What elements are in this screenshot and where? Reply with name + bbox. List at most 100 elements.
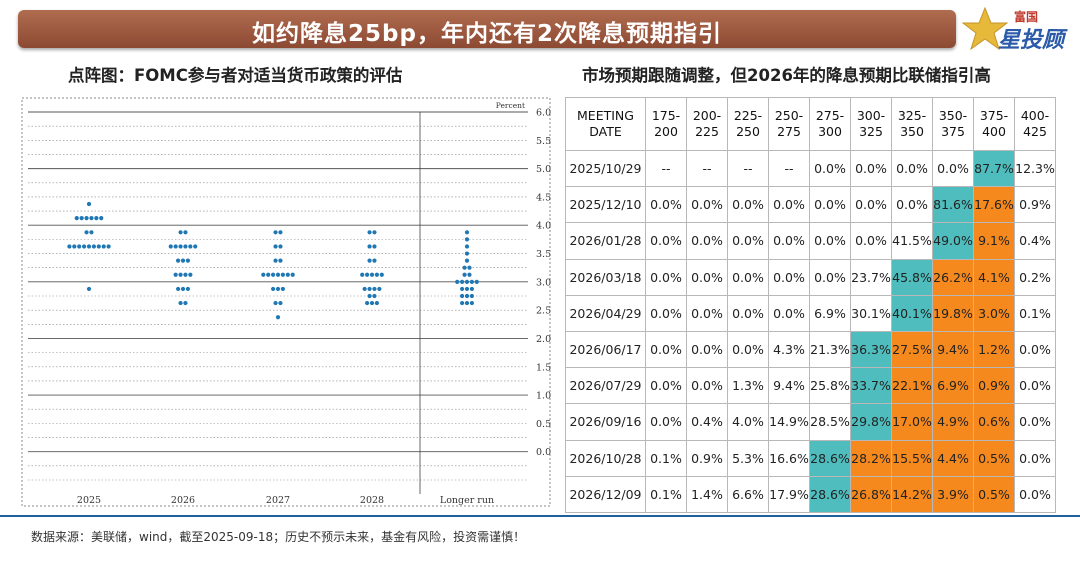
header-line: DATE <box>589 124 622 139</box>
y-tick-label: 5.5 <box>536 136 551 147</box>
probability-cell: 17.6% <box>973 186 1015 224</box>
probability-cell: 0.5% <box>973 475 1015 513</box>
probability-cell: 4.1% <box>973 258 1015 296</box>
participant-dot <box>74 216 79 221</box>
y-tick-label: 1.5 <box>536 362 551 373</box>
participant-dot <box>464 251 470 256</box>
probability-cell: 0.0% <box>686 294 728 332</box>
participant-dot <box>367 230 372 235</box>
y-tick-label: 2.5 <box>536 306 551 317</box>
footer-note: 数据来源：美联储，wind，截至2025-09-18；历史不预示未来，基金有风险… <box>31 530 526 544</box>
y-unit-label: Percent <box>496 101 525 110</box>
y-tick-label: 1.0 <box>536 391 551 402</box>
participant-dot <box>91 244 96 249</box>
participant-dot <box>72 244 77 249</box>
probability-cell: 0.0% <box>727 330 769 369</box>
participant-dot <box>285 272 290 277</box>
dot-plot-subtitle: 点阵图：FOMC参与者对适当货币政策的评估 <box>68 66 403 85</box>
probability-cell: 9.4% <box>932 330 974 369</box>
probability-cell: 1.4% <box>686 475 728 513</box>
header-line: 350- <box>938 108 968 123</box>
probability-cell: -- <box>727 149 769 188</box>
probability-cell: 0.0% <box>1014 403 1056 441</box>
table-row: 2025/12/10 0.0% 0.0% 0.0% 0.0% 0.0% 0.0% 0.0% 81… <box>565 186 1056 224</box>
probability-cell: 19.8% <box>932 294 974 332</box>
table-row: 2026/01/28 0.0% 0.0% 0.0% 0.0% 0.0% 0.0% 41.5% 4… <box>565 222 1056 260</box>
participant-dot <box>460 293 465 299</box>
participant-dot <box>469 286 474 292</box>
probability-cell: 3.0% <box>973 294 1015 332</box>
participant-dot <box>280 272 285 277</box>
probability-cell: 4.4% <box>932 439 974 477</box>
table-header-row: MEETING DATE 175- 200 200- 225 225- 250 250- 275 2… <box>565 97 1056 151</box>
header-line: MEETING <box>577 108 634 123</box>
probability-cell: 4.9% <box>932 403 974 441</box>
participant-dot <box>372 258 377 263</box>
participant-dot <box>178 300 183 306</box>
participant-dot <box>365 272 370 277</box>
probability-cell: -- <box>768 149 810 188</box>
table-row: 2026/04/29 0.0% 0.0% 0.0% 0.0% 6.9% 30.1% 40.1%… <box>565 294 1056 332</box>
participant-dot <box>362 286 367 292</box>
participant-dot <box>185 258 190 263</box>
probability-cell: 49.0% <box>932 222 974 260</box>
participant-dot <box>464 286 470 292</box>
participant-dot <box>101 244 106 249</box>
participant-dot <box>278 300 283 306</box>
header-line: 325- <box>897 108 927 123</box>
participant-dot <box>275 272 281 277</box>
participant-dot <box>278 258 283 263</box>
probability-cell: 0.0% <box>727 186 769 224</box>
probability-cell: 0.0% <box>727 222 769 260</box>
participant-dot <box>455 279 460 284</box>
participant-dot <box>360 272 365 277</box>
participant-dot <box>193 244 198 249</box>
probability-cell: 0.0% <box>645 222 687 260</box>
participant-dot <box>367 286 372 292</box>
header-line: 250- <box>774 108 804 123</box>
participant-dot <box>462 265 467 270</box>
participant-dot <box>469 300 474 306</box>
participant-dot <box>89 230 94 235</box>
probability-cell: 45.8% <box>891 258 933 296</box>
probability-cell: 0.0% <box>645 258 687 296</box>
y-tick-label: 4.0 <box>536 221 551 232</box>
participant-dot <box>79 216 84 221</box>
participant-dot <box>183 272 188 277</box>
x-category-label: 2027 <box>266 495 290 506</box>
participant-dot <box>280 286 285 292</box>
header-rate-range: 250- 275 <box>768 97 810 151</box>
probability-cell: 0.0% <box>809 222 851 260</box>
header-line: 375- <box>979 108 1009 123</box>
probability-cell: 81.6% <box>932 186 974 224</box>
participant-dot <box>183 230 188 235</box>
probability-cell: 0.6% <box>973 403 1015 441</box>
participant-dot <box>183 244 188 249</box>
probability-cell: 0.0% <box>891 186 933 224</box>
probability-cell: 16.6% <box>768 439 810 477</box>
participant-dot <box>173 272 178 277</box>
header-rate-range: 300- 325 <box>850 97 892 151</box>
participant-dot <box>84 230 89 235</box>
probability-cell: 28.5% <box>809 403 851 441</box>
probability-cell: 40.1% <box>891 294 933 332</box>
participant-dot <box>84 216 89 221</box>
participant-dot <box>176 286 181 292</box>
header-line: 275 <box>777 124 801 139</box>
participant-dot <box>273 230 278 235</box>
probability-cell: 6.9% <box>932 367 974 405</box>
participant-dot <box>188 272 193 277</box>
header-rate-range: 200- 225 <box>686 97 728 151</box>
y-tick-label: 5.0 <box>536 164 551 175</box>
participant-dot <box>278 244 283 249</box>
participant-dot <box>273 244 278 249</box>
probability-cell: 9.4% <box>768 367 810 405</box>
probability-cell: 0.0% <box>891 149 933 188</box>
probability-cell: 14.9% <box>768 403 810 441</box>
probability-cell: 21.3% <box>809 330 851 369</box>
header-line: 375 <box>941 124 965 139</box>
probability-cell: 0.0% <box>850 149 892 188</box>
probability-cell: 0.0% <box>768 186 810 224</box>
probability-cell: 5.3% <box>727 439 769 477</box>
table-row: 2026/06/17 0.0% 0.0% 0.0% 4.3% 21.3% 36.3% 27.5… <box>565 330 1056 369</box>
